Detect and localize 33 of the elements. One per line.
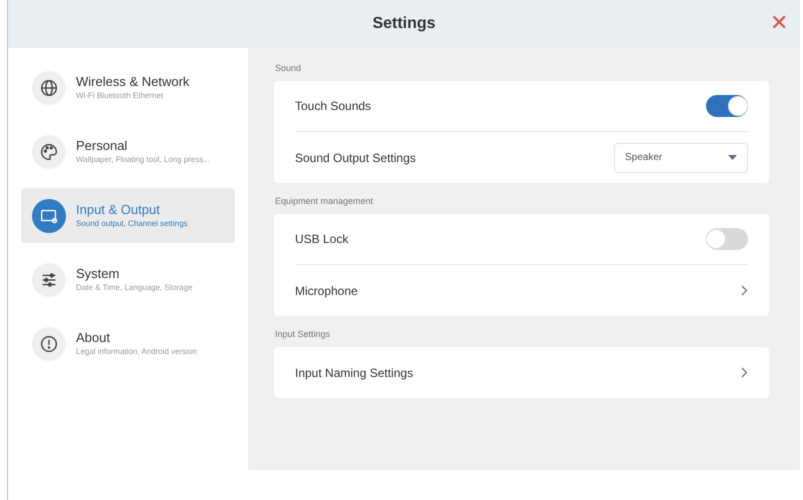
sidebar-item[interactable]: Input & Output Sound output, Channel settings <box>21 188 235 243</box>
settings-row[interactable]: Microphone <box>295 265 748 316</box>
chevron-icon <box>741 285 748 296</box>
chevron-icon <box>741 367 748 378</box>
toggle-switch[interactable] <box>706 95 748 117</box>
item-title: Wireless & Network <box>76 74 190 90</box>
settings-row[interactable]: Input Naming Settings <box>295 347 748 398</box>
item-subtitle: Legal information, Android version <box>76 346 197 358</box>
item-title: Personal <box>76 138 128 154</box>
monitor-icon <box>32 198 66 232</box>
item-title: About <box>76 330 111 346</box>
section-heading: Equipment management <box>275 195 374 207</box>
toggle-switch[interactable] <box>706 228 748 250</box>
item-subtitle: Sound output, Channel settings <box>76 218 188 230</box>
dropdown[interactable]: Speaker <box>614 142 748 172</box>
item-title: Input & Output <box>76 202 161 218</box>
setting-label: Input Naming Settings <box>295 364 414 382</box>
info-icon <box>32 326 66 360</box>
item-subtitle: Wallpaper, Floating tool, Long press... <box>76 154 210 166</box>
setting-label: Microphone <box>295 282 358 300</box>
globe-icon <box>32 70 66 104</box>
item-subtitle: Date & Time, Language, Storage <box>76 282 193 294</box>
caret-icon <box>728 154 737 160</box>
sliders-icon <box>32 262 66 296</box>
setting-label: Touch Sounds <box>295 98 372 115</box>
setting-label: Sound Output Settings <box>295 150 416 166</box>
item-title: System <box>76 266 120 282</box>
setting-label: USB Lock <box>295 231 348 248</box>
item-subtitle: Wi-Fi Bluetooth Ethernet <box>76 90 164 102</box>
section-heading: Input Settings <box>275 328 332 340</box>
section-heading: Sound <box>275 62 302 74</box>
palette-icon <box>32 134 66 168</box>
window-title: Settings <box>372 14 436 34</box>
